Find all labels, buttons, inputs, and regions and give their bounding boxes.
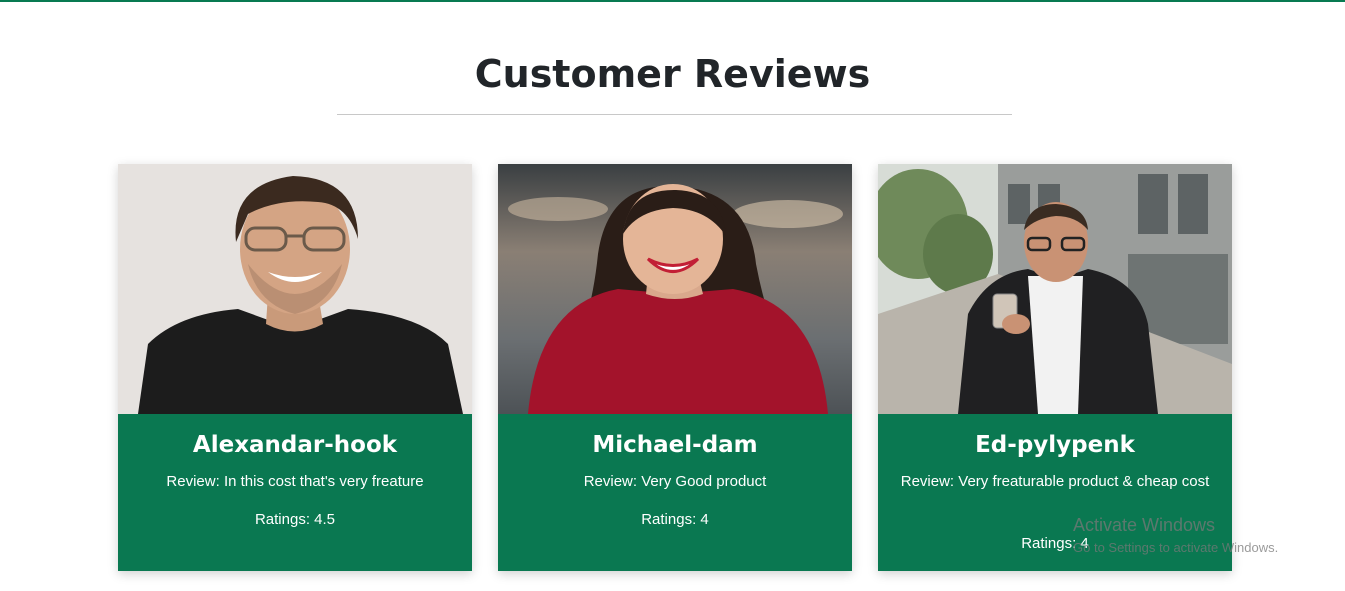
customer-name: Alexandar-hook <box>192 432 398 458</box>
title-divider <box>337 114 1012 115</box>
review-card: Ed-pylypenk Review: Very freaturable pro… <box>878 164 1232 571</box>
customer-photo <box>498 164 852 414</box>
review-text: Review: Very freaturable product & cheap… <box>900 473 1210 490</box>
customer-name: Michael-dam <box>592 432 758 458</box>
review-card: Michael-dam Review: Very Good product Ra… <box>498 164 852 571</box>
page-title: Customer Reviews <box>474 52 871 96</box>
review-text: Review: Very Good product <box>583 473 767 490</box>
rating-text: Ratings: 4.5 <box>254 511 336 528</box>
review-card: Alexandar-hook Review: In this cost that… <box>118 164 472 571</box>
windows-activation-watermark: Activate Windows Go to Settings to activ… <box>1073 515 1278 555</box>
customer-name: Ed-pylypenk <box>975 432 1135 458</box>
top-accent-line <box>0 0 1345 2</box>
review-text: Review: In this cost that's very freatur… <box>166 473 424 490</box>
watermark-title: Activate Windows <box>1073 515 1216 535</box>
customer-photo <box>118 164 472 414</box>
watermark-subtitle: Go to Settings to activate Windows. <box>1073 540 1279 555</box>
rating-text: Ratings: 4 <box>641 511 709 528</box>
customer-photo <box>878 164 1232 414</box>
